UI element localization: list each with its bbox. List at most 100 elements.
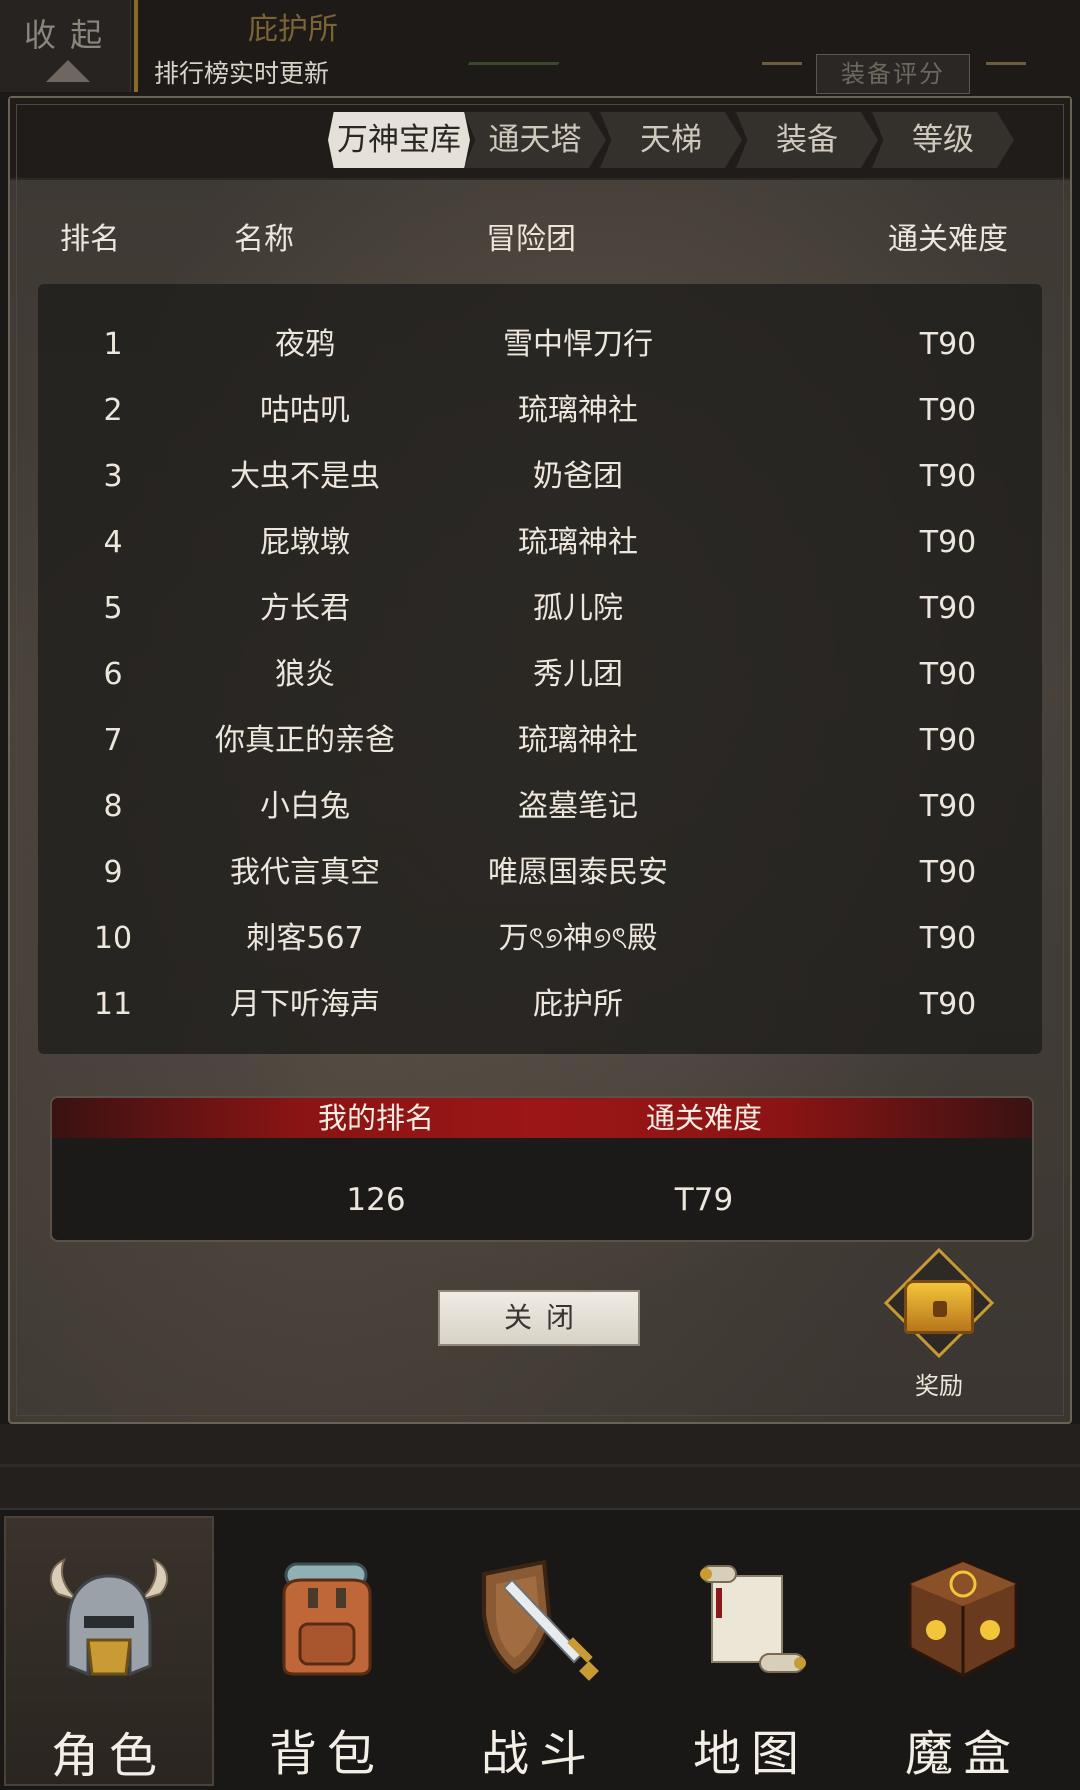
header-name: 名称: [234, 222, 294, 257]
tab-tower[interactable]: 通天塔: [464, 112, 606, 168]
team-cell: 奶爸团: [533, 459, 623, 494]
rank-cell: 8: [103, 789, 123, 824]
leaderboard-tabs: 万神宝库 通天塔 天梯 装备 等级: [328, 112, 1014, 172]
difficulty-cell: T90: [919, 657, 977, 692]
nav-label-magic-box: 魔盒: [904, 1726, 1021, 1782]
my-rank-label: 我的排名: [317, 1101, 434, 1135]
difficulty-cell: T90: [919, 525, 977, 560]
team-name: 庇护所: [248, 12, 338, 47]
team-cell: 琉璃神社: [518, 525, 638, 560]
header-rank: 排名: [60, 222, 120, 257]
nav-label-backpack: 背包: [268, 1726, 385, 1782]
name-cell: 月下听海声: [230, 987, 380, 1022]
rank-cell: 11: [93, 987, 133, 1022]
table-row[interactable]: 1 夜鸦 雪中悍刀行 T90: [38, 312, 1042, 378]
difficulty-cell: T90: [919, 723, 977, 758]
reward-button[interactable]: 奖励: [883, 1247, 995, 1402]
difficulty-cell: T90: [919, 855, 977, 890]
nav-item-backpack[interactable]: 背包: [222, 1516, 432, 1786]
my-rank-value: 126: [346, 1182, 406, 1218]
nav-label-character: 角色: [50, 1728, 167, 1784]
name-cell: 我代言真空: [230, 855, 380, 890]
difficulty-cell: T90: [919, 459, 977, 494]
leaderboard-table: 1 夜鸦 雪中悍刀行 T90 2 咕咕叽 琉璃神社 T90 3 大虫不是虫 奶爸…: [38, 284, 1042, 1054]
difficulty-cell: T90: [919, 327, 977, 362]
helmet-icon: [49, 1558, 169, 1677]
team-cell: 盗墓笔记: [518, 789, 638, 824]
nav-label-battle: 战斗: [480, 1726, 597, 1782]
name-cell: 夜鸦: [275, 327, 335, 362]
team-cell: 万ৎ୭神୭ৎ殿: [498, 921, 658, 956]
table-row[interactable]: 7 你真正的亲爸 琉璃神社 T90: [38, 708, 1042, 774]
rank-cell: 4: [103, 525, 123, 560]
top-bar: 收 起 庇护所 排行榜实时更新 装备评分: [0, 0, 1080, 100]
team-cell: 琉璃神社: [518, 393, 638, 428]
team-cell: 庇护所: [533, 987, 623, 1022]
name-cell: 屁墩墩: [260, 525, 350, 560]
rank-cell: 2: [103, 393, 123, 428]
leaderboard-note: 排行榜实时更新: [154, 59, 330, 88]
team-cell: 雪中悍刀行: [503, 327, 653, 362]
background-strip: [0, 1424, 1080, 1508]
ornament-line: [762, 62, 802, 65]
backpack-icon: [282, 1562, 372, 1676]
chevron-up-icon: [46, 60, 90, 82]
table-row[interactable]: 11 月下听海声 庇护所 T90: [38, 972, 1042, 1038]
rank-cell: 7: [103, 723, 123, 758]
team-cell: 唯愿国泰民安: [488, 855, 668, 890]
rank-cell: 9: [103, 855, 123, 890]
table-row[interactable]: 5 方长君 孤儿院 T90: [38, 576, 1042, 642]
nav-item-battle[interactable]: 战斗: [434, 1516, 644, 1786]
ornament-line: [986, 62, 1026, 65]
my-difficulty-label: 通关难度: [645, 1101, 762, 1135]
treasure-chest-icon: [904, 1280, 974, 1334]
table-row[interactable]: 10 刺客567 万ৎ୭神୭ৎ殿 T90: [38, 906, 1042, 972]
nav-label-map: 地图: [692, 1726, 809, 1782]
difficulty-cell: T90: [919, 921, 977, 956]
team-cell: 孤儿院: [533, 591, 623, 626]
name-cell: 小白兔: [260, 789, 350, 824]
name-cell: 咕咕叽: [260, 393, 350, 428]
my-rank-box: 我的排名 通关难度 126 T79: [50, 1096, 1034, 1242]
table-row[interactable]: 9 我代言真空 唯愿国泰民安 T90: [38, 840, 1042, 906]
tab-pantheon-vault[interactable]: 万神宝库: [328, 112, 470, 168]
scroll-map-icon: [700, 1565, 806, 1673]
table-row[interactable]: 3 大虫不是虫 奶爸团 T90: [38, 444, 1042, 510]
name-cell: 刺客567: [246, 921, 364, 956]
sword-shield-icon: [482, 1559, 599, 1681]
tab-equipment[interactable]: 装备: [736, 112, 878, 168]
header-team: 冒险团: [486, 222, 576, 257]
difficulty-cell: T90: [919, 987, 977, 1022]
close-button[interactable]: 关闭: [438, 1290, 640, 1346]
table-row[interactable]: 6 狼炎 秀儿团 T90: [38, 642, 1042, 708]
nav-item-character[interactable]: 角色: [4, 1516, 214, 1786]
bottom-nav: 角色 背包 战斗 地图 魔盒: [0, 1508, 1080, 1790]
my-rank-header: [52, 1098, 1032, 1138]
team-cell: 秀儿团: [533, 657, 623, 692]
collapse-button[interactable]: 收 起: [0, 0, 131, 92]
name-cell: 方长君: [260, 591, 350, 626]
collapse-label: 收 起: [24, 16, 105, 54]
rank-cell: 10: [93, 921, 133, 956]
table-row[interactable]: 2 咕咕叽 琉璃神社 T90: [38, 378, 1042, 444]
equipment-score-tab[interactable]: 装备评分: [816, 54, 970, 94]
name-cell: 大虫不是虫: [230, 459, 380, 494]
name-cell: 狼炎: [275, 657, 335, 692]
divider: [134, 0, 138, 92]
tab-ladder[interactable]: 天梯: [600, 112, 742, 168]
reward-label: 奖励: [915, 1372, 963, 1400]
my-difficulty-value: T79: [674, 1182, 734, 1218]
tab-level[interactable]: 等级: [872, 112, 1014, 168]
rank-cell: 1: [103, 327, 123, 362]
team-cell: 琉璃神社: [518, 723, 638, 758]
emblem-icon: [450, 62, 560, 95]
difficulty-cell: T90: [919, 789, 977, 824]
nav-item-magic-box[interactable]: 魔盒: [858, 1516, 1068, 1786]
table-row[interactable]: 4 屁墩墩 琉璃神社 T90: [38, 510, 1042, 576]
nav-item-map[interactable]: 地图: [646, 1516, 856, 1786]
difficulty-cell: T90: [919, 393, 977, 428]
table-row[interactable]: 8 小白兔 盗墓笔记 T90: [38, 774, 1042, 840]
rank-cell: 5: [103, 591, 123, 626]
rank-cell: 6: [103, 657, 123, 692]
header-difficulty: 通关难度: [888, 222, 1008, 257]
